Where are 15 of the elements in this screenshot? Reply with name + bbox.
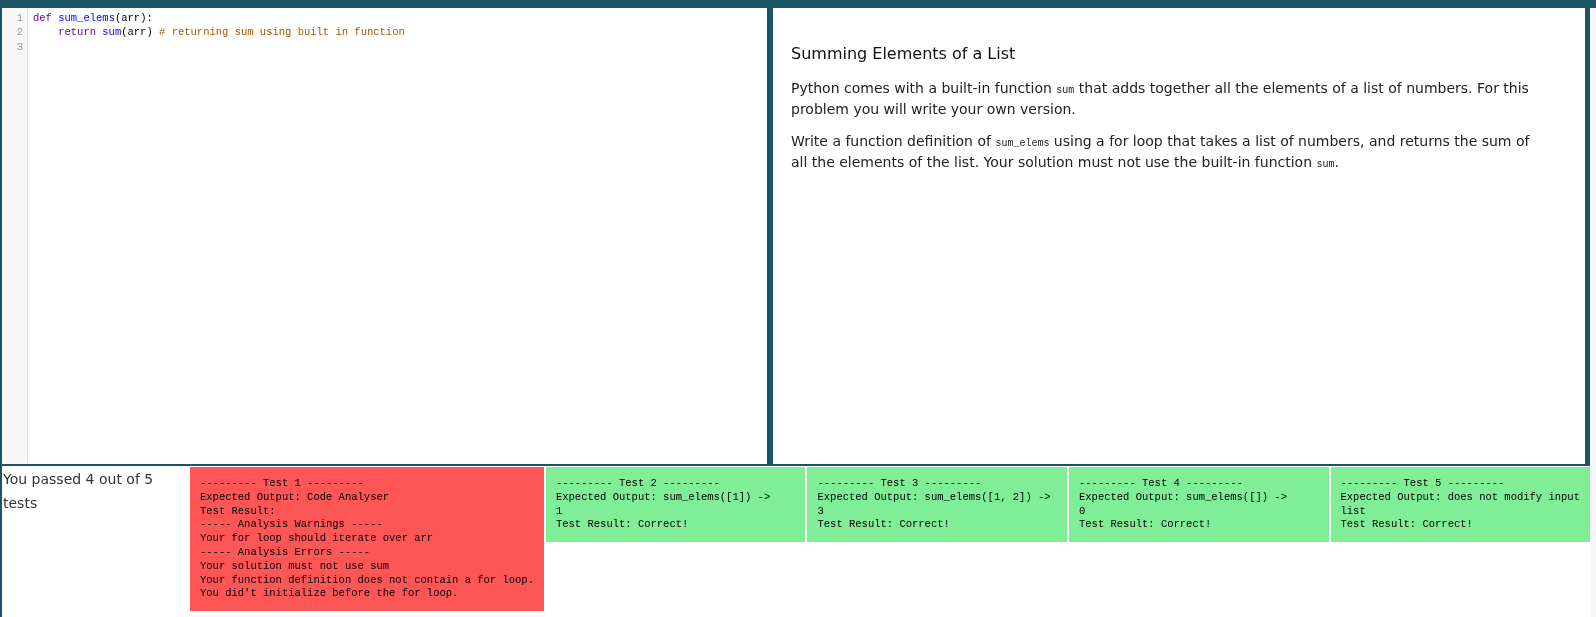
test-result-card: --------- Test 2 --------- Expected Output: sum_elems([1]) -> 1 Test Result: Correct!: [545, 467, 806, 543]
test-result-card: --------- Test 4 --------- Expected Output: sum_elems([]) -> 0 Test Result: Correct!: [1069, 467, 1329, 543]
code-editor[interactable]: 1 2 3 def sum_elems(arr): return sum(arr) # returning sum using built in function: [2, 8, 767, 464]
problem-title: Summing Elements of a List: [791, 43, 1016, 65]
test-result-card: --------- Test 3 --------- Expected Output: sum_elems([1, 2]) -> 3 Test Result: Correct!: [807, 467, 1067, 543]
test-result-card: --------- Test 1 --------- Expected Output: Code Analyser Test Result: ----- Analysis Warnings ----- Your for loop should iterate over arr ----- Analysis Errors ----- Your solution must not use sum Your function definition does not contain a for loop. You did't initialize before the for loop.: [190, 467, 544, 612]
problem-paragraph: Write a function definition of sum_elems using a for loop that takes a list of numbers, and returns the sum of all the elements of the list. Your solution must not use the built-in function sum.: [791, 132, 1531, 172]
code-line: return sum(arr) # returning sum using built in function: [57, 25, 405, 40]
problem-paragraph: Python comes with a built-in function sum that adds together all the elements of a list of numbers. For this problem you will write your own version.: [791, 79, 1530, 118]
test-summary: You passed 4 out of 5 tests: [3, 471, 154, 511]
test-result-card: --------- Test 5 --------- Expected Output: does not modify input list Test Result: Correct!: [1330, 467, 1591, 543]
code-line: def sum_elems(arr):: [33, 11, 153, 26]
line-number: 2: [16, 25, 23, 40]
line-number: 3: [16, 39, 23, 55]
line-number: 1: [16, 11, 23, 26]
